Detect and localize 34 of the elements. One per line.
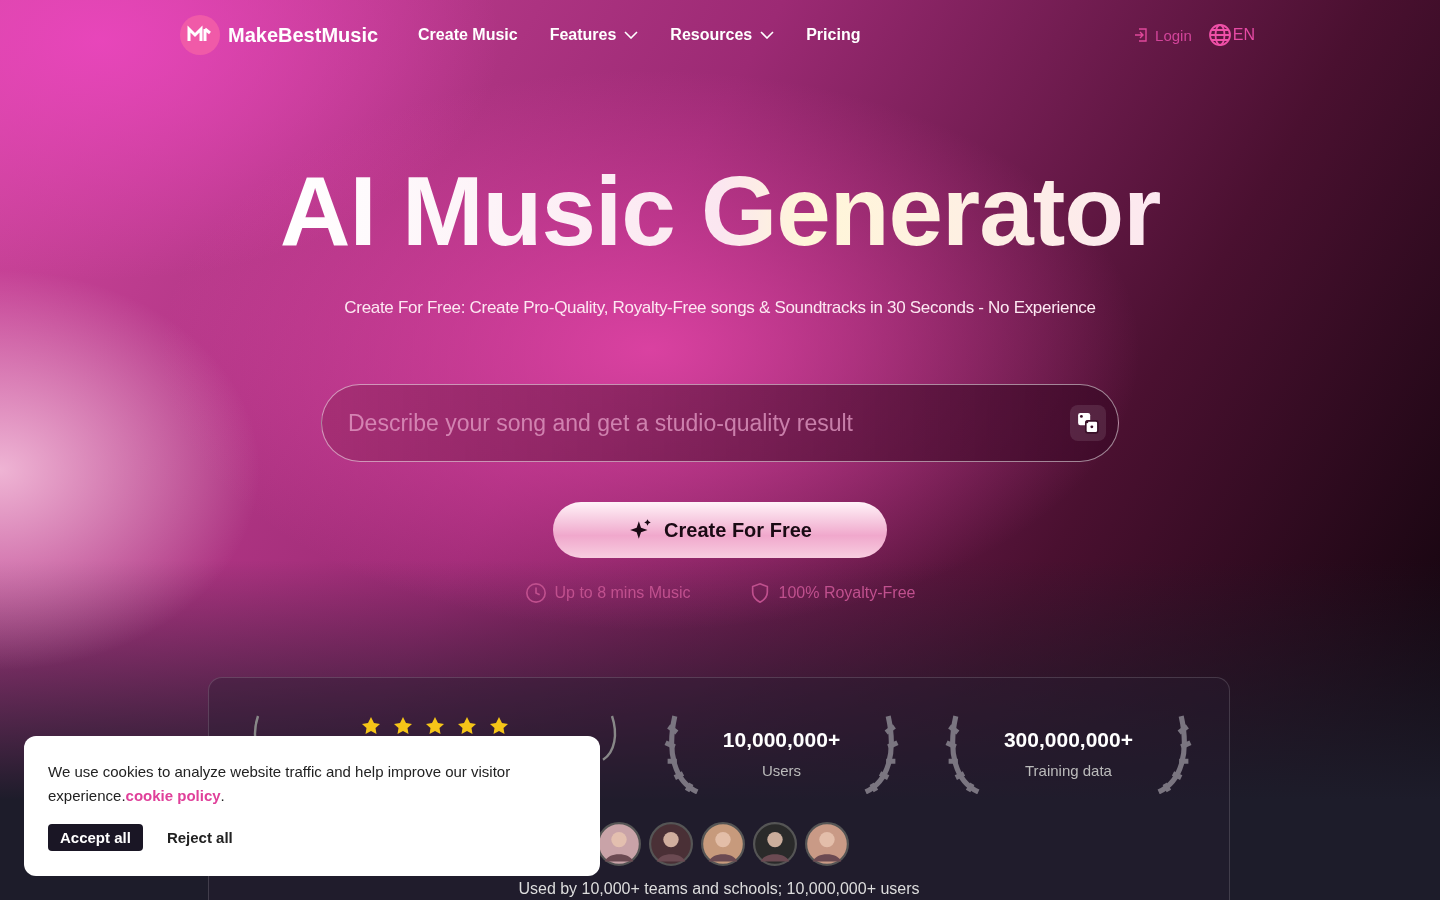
feature-label: 100% Royalty-Free [778,584,916,602]
stat-value: 10,000,000+ [722,727,841,752]
globe-icon [1207,23,1232,47]
nav-link[interactable]: Features [549,26,639,44]
dice-button[interactable] [1070,405,1106,441]
nav-link[interactable]: Pricing [806,26,861,44]
nav-link[interactable]: Resources [670,26,775,44]
star-icon [361,716,381,736]
stat-label: Training data [1024,761,1112,779]
nav-link[interactable]: Create Music [418,26,518,44]
star-icon [457,716,477,736]
cookie-text: We use cookies to analyze website traffic and help improve our visitor experience.cookie policy. [48,762,512,806]
star-icon [489,716,509,736]
stat-value: 300,000,000+ [1003,727,1133,752]
chevron-down-icon [760,31,775,39]
hero-subtitle: Create For Free: Create Pro-Quality, Royalty-Free songs & Soundtracks in 30 Seconds - No Experience [344,298,1096,318]
feature-label: Up to 8 mins Music [554,584,691,602]
logo-icon [180,15,220,55]
dice-icon [1077,412,1099,434]
prompt-field[interactable]: Describe your song and get a studio-quality result [346,408,1070,438]
usage-caption: Used by 10,000+ teams and schools; 10,000,000+ users [517,880,921,898]
reject-button[interactable]: Reject all [154,824,245,851]
stat-label: Users [761,761,802,779]
language-selector[interactable]: EN [1207,23,1255,47]
cookie-policy-link[interactable]: cookie policy [125,787,221,804]
star-icon [425,716,445,736]
create-button[interactable]: Create For Free [553,502,887,558]
chevron-down-icon [624,31,639,39]
clock-icon [524,582,547,604]
login-icon [1133,27,1150,43]
star-icon [393,716,413,736]
prompt-box[interactable]: Describe your song and get a studio-quality result [321,384,1119,462]
accept-button[interactable]: Accept all [48,824,143,851]
brand-name[interactable]: MakeBestMusic [228,23,379,47]
